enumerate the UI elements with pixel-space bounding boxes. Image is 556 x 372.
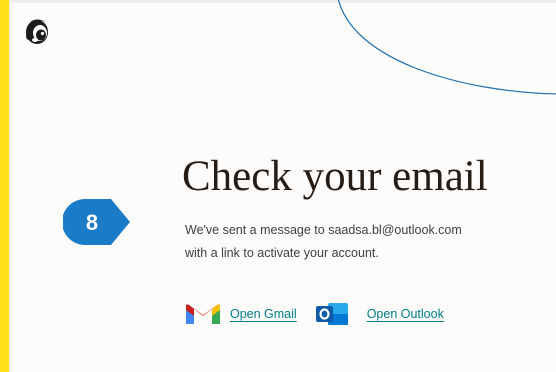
top-divider [0, 0, 556, 3]
page-title: Check your email [182, 153, 488, 200]
message-line-2: with a link to activate your account. [185, 246, 379, 260]
message-line-1: We've sent a message to saadsa.bl@outloo… [185, 223, 462, 237]
open-outlook-label: Open Outlook [366, 307, 444, 321]
brand-accent-bar-shadow [9, 0, 11, 372]
signup-confirmation-page: 8 Check your email We've sent a message … [0, 0, 556, 372]
open-gmail-link[interactable]: Open Gmail [185, 301, 297, 327]
brand-accent-bar [0, 0, 9, 372]
step-number: 8 [85, 210, 99, 235]
email-provider-links: Open Gmail Open Outlook [185, 300, 444, 328]
open-gmail-label: Open Gmail [230, 307, 297, 321]
mailchimp-logo-icon[interactable] [22, 16, 52, 46]
open-outlook-link[interactable]: Open Outlook [315, 301, 444, 327]
gmail-icon [186, 304, 220, 324]
outlook-icon [315, 303, 348, 325]
confirmation-message: We've sent a message to saadsa.bl@outloo… [185, 219, 550, 265]
